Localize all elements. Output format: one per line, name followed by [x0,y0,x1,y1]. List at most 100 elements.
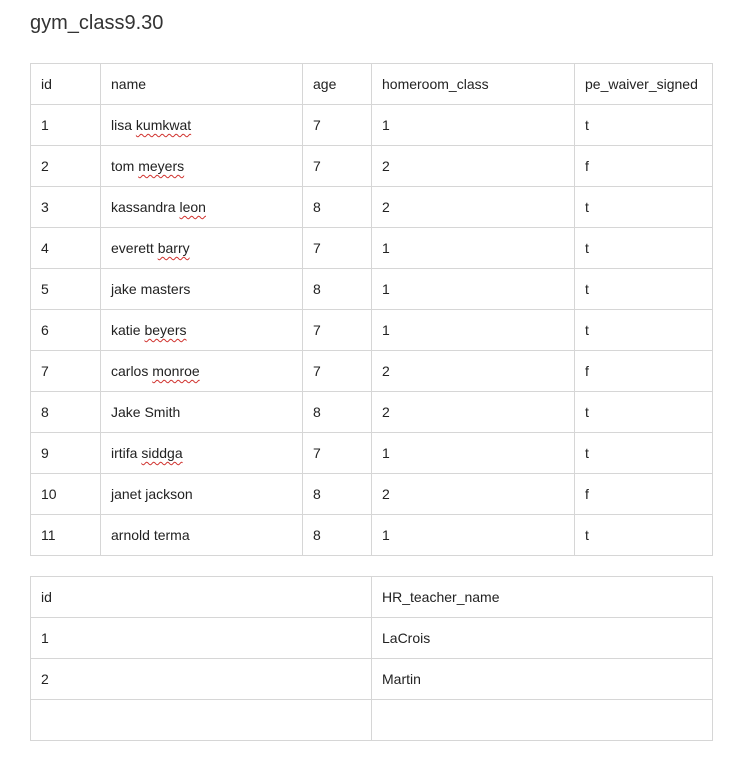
cell-pe-waiver-signed[interactable]: t [574,268,713,310]
document-title: gym_class9.30 [30,12,164,34]
cell-pe-waiver-signed[interactable]: t [574,186,713,228]
cell-homeroom-class[interactable]: 1 [371,514,575,556]
table-row: 4 everett barry 7 1 t [30,227,713,269]
cell-age[interactable]: 7 [302,350,372,392]
cell-id[interactable]: 6 [30,309,101,351]
cell-name[interactable]: kassandra leon [100,186,303,228]
first-name: arnold [111,527,154,543]
table-header-row: id HR_teacher_name [30,576,713,618]
table-row [30,699,713,741]
table-row: 6 katie beyers 7 1 t [30,309,713,351]
cell-pe-waiver-signed[interactable]: t [574,309,713,351]
cell-name[interactable]: katie beyers [100,309,303,351]
cell-age[interactable]: 7 [302,145,372,187]
cell-pe-waiver-signed[interactable]: f [574,473,713,515]
cell-pe-waiver-signed[interactable]: f [574,145,713,187]
first-name: irtifa [111,445,142,461]
table-row: 8 Jake Smith 8 2 t [30,391,713,433]
cell-age[interactable]: 8 [302,391,372,433]
cell-id[interactable]: 11 [30,514,101,556]
cell-homeroom-class[interactable]: 1 [371,432,575,474]
table-row: 11 arnold terma 8 1 t [30,514,713,556]
header-cell-hr-teacher-name[interactable]: HR_teacher_name [371,576,713,618]
cell-pe-waiver-signed[interactable]: f [574,350,713,392]
cell-name[interactable]: irtifa siddga [100,432,303,474]
cell-homeroom-class[interactable]: 1 [371,309,575,351]
cell-homeroom-class[interactable]: 2 [371,186,575,228]
cell-id[interactable]: 10 [30,473,101,515]
cell-homeroom-class[interactable]: 1 [371,227,575,269]
cell-id[interactable]: 3 [30,186,101,228]
cell-id[interactable]: 4 [30,227,101,269]
cell-hr-teacher-name[interactable] [371,699,713,741]
first-name: jake [111,281,141,297]
cell-id[interactable]: 2 [30,658,372,700]
cell-hr-teacher-name[interactable]: LaCrois [371,617,713,659]
cell-homeroom-class[interactable]: 1 [371,104,575,146]
header-cell-name[interactable]: name [100,63,303,105]
cell-age[interactable]: 7 [302,104,372,146]
cell-age[interactable]: 7 [302,227,372,269]
cell-name[interactable]: jake masters [100,268,303,310]
table-row: 7 carlos monroe 7 2 f [30,350,713,392]
last-name: leon [179,199,206,215]
header-cell-id[interactable]: id [30,63,101,105]
header-cell-pe-waiver-signed[interactable]: pe_waiver_signed [574,63,713,105]
cell-age[interactable]: 7 [302,309,372,351]
cell-homeroom-class[interactable]: 2 [371,391,575,433]
cell-id[interactable]: 8 [30,391,101,433]
cell-hr-teacher-name[interactable]: Martin [371,658,713,700]
last-name: jackson [145,486,193,502]
cell-name[interactable]: arnold terma [100,514,303,556]
students-table: id name age homeroom_class pe_waiver_sig… [30,63,713,556]
cell-id[interactable]: 9 [30,432,101,474]
cell-pe-waiver-signed[interactable]: t [574,391,713,433]
cell-id[interactable]: 1 [30,104,101,146]
cell-pe-waiver-signed[interactable]: t [574,104,713,146]
header-cell-id[interactable]: id [30,576,372,618]
cell-age[interactable]: 8 [302,268,372,310]
cell-age[interactable]: 8 [302,186,372,228]
cell-id[interactable]: 1 [30,617,372,659]
cell-homeroom-class[interactable]: 2 [371,145,575,187]
last-name: meyers [138,158,185,174]
header-cell-age[interactable]: age [302,63,372,105]
cell-id[interactable] [30,699,372,741]
cell-name[interactable]: Jake Smith [100,391,303,433]
cell-pe-waiver-signed[interactable]: t [574,514,713,556]
last-name: monroe [152,363,200,379]
cell-homeroom-class[interactable]: 2 [371,350,575,392]
last-name: kumkwat [135,117,192,133]
cell-name[interactable]: everett barry [100,227,303,269]
cell-homeroom-class[interactable]: 1 [371,268,575,310]
first-name: carlos [111,363,153,379]
table-row: 9 irtifa siddga 7 1 t [30,432,713,474]
last-name: barry [157,240,190,256]
last-name: masters [140,281,191,297]
table-row: 2 tom meyers 7 2 f [30,145,713,187]
cell-name[interactable]: janet jackson [100,473,303,515]
first-name: katie [111,322,145,338]
cell-age[interactable]: 8 [302,473,372,515]
last-name: Smith [144,404,181,420]
cell-age[interactable]: 7 [302,432,372,474]
cell-pe-waiver-signed[interactable]: t [574,432,713,474]
table-row: 2 Martin [30,658,713,700]
cell-id[interactable]: 7 [30,350,101,392]
header-cell-homeroom-class[interactable]: homeroom_class [371,63,575,105]
table-row: 1 LaCrois [30,617,713,659]
table-row: 5 jake masters 8 1 t [30,268,713,310]
cell-name[interactable]: lisa kumkwat [100,104,303,146]
cell-id[interactable]: 2 [30,145,101,187]
cell-name[interactable]: carlos monroe [100,350,303,392]
table-header-row: id name age homeroom_class pe_waiver_sig… [30,63,713,105]
cell-age[interactable]: 8 [302,514,372,556]
cell-homeroom-class[interactable]: 2 [371,473,575,515]
cell-pe-waiver-signed[interactable]: t [574,227,713,269]
last-name: terma [153,527,190,543]
first-name: everett [111,240,158,256]
cell-id[interactable]: 5 [30,268,101,310]
table-row: 1 lisa kumkwat 7 1 t [30,104,713,146]
first-name: janet [111,486,146,502]
cell-name[interactable]: tom meyers [100,145,303,187]
